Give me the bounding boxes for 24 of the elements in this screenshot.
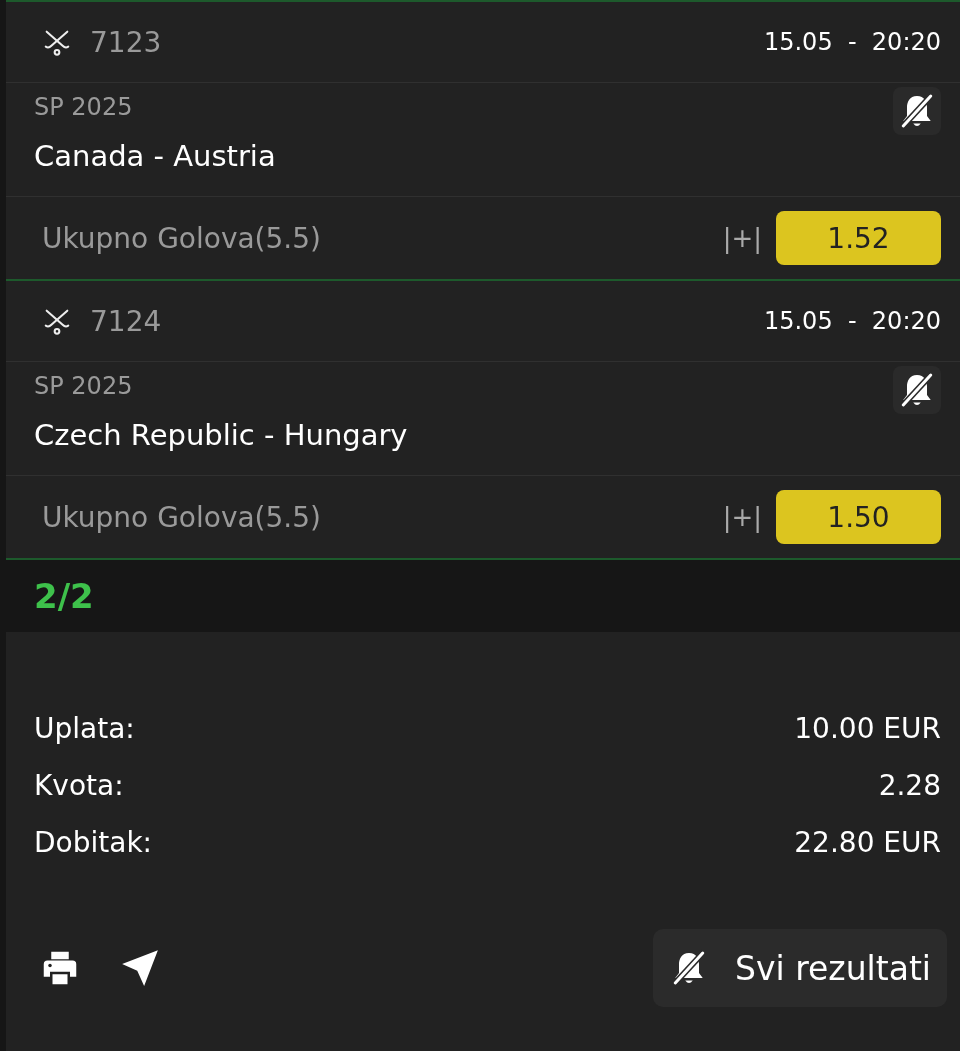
summary-value: 10.00 EUR — [794, 712, 941, 747]
summary-value: 22.80 EUR — [794, 826, 941, 861]
summary-label: Uplata: — [34, 712, 135, 747]
match-teams: Canada - Austria — [34, 139, 276, 173]
boost-toggle[interactable]: |+| — [722, 502, 762, 532]
league-name: SP 2025 — [34, 372, 134, 400]
event-datetime: 15.05 - 20:20 — [763, 28, 941, 56]
mute-button[interactable] — [893, 366, 941, 414]
boost-toggle[interactable]: |+| — [722, 223, 762, 253]
event-code: 7123 — [90, 25, 162, 59]
league-name: SP 2025 — [34, 93, 134, 121]
summary-value: 2.28 — [878, 769, 941, 804]
event-datetime: 15.05 - 20:20 — [763, 307, 941, 335]
selection-count: 2/2 — [34, 576, 94, 616]
summary-label: Dobitak: — [34, 826, 153, 861]
market-name: Ukupno Golova(5.5) — [42, 221, 321, 255]
mute-button[interactable] — [893, 87, 941, 135]
results-button[interactable]: Svi rezultati — [653, 929, 947, 1007]
match-teams: Czech Republic - Hungary — [34, 418, 408, 452]
odds-button[interactable]: 1.50 — [776, 490, 941, 544]
summary-label: Kvota: — [34, 769, 124, 804]
odds-button[interactable]: 1.52 — [776, 211, 941, 265]
event-code: 7124 — [90, 304, 162, 338]
market-name: Ukupno Golova(5.5) — [42, 500, 321, 534]
